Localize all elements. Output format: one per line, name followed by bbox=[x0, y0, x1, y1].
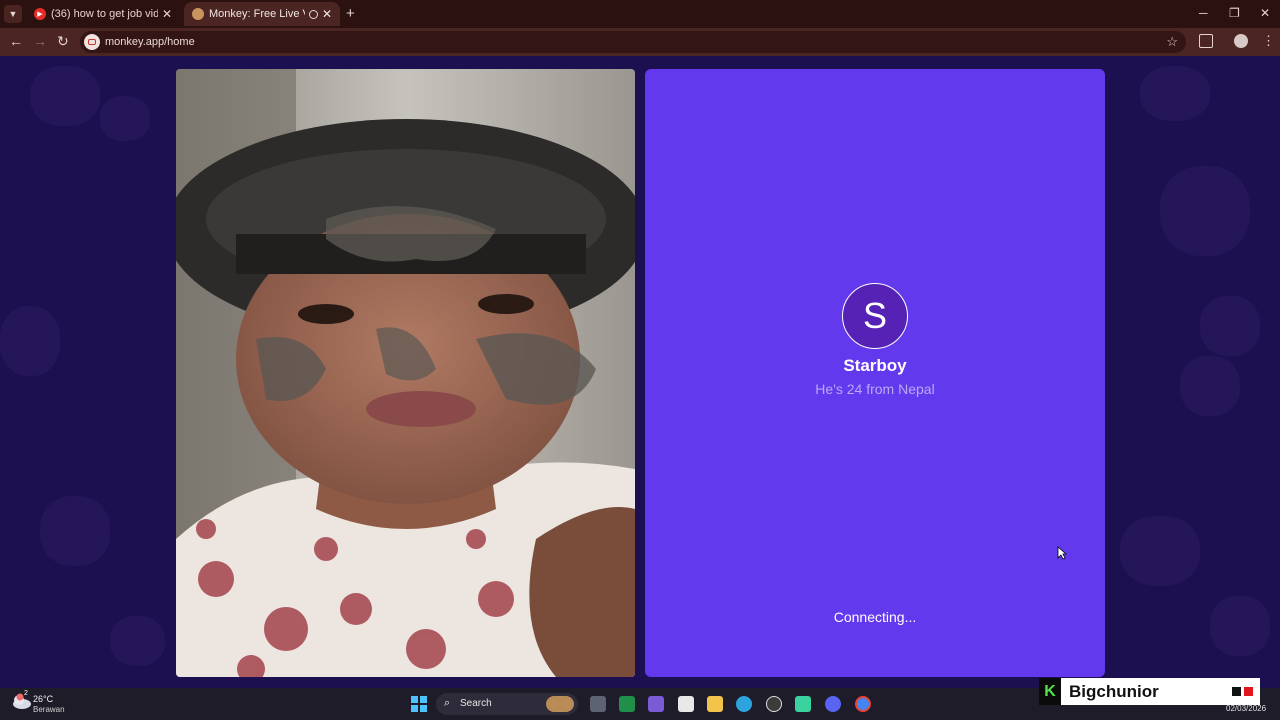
reload-button[interactable]: ↻ bbox=[57, 33, 69, 50]
background-decoration bbox=[30, 66, 100, 126]
taskbar-date[interactable]: 02/03/2026 bbox=[1226, 704, 1266, 713]
edge-icon[interactable] bbox=[736, 696, 752, 712]
taskbar-search[interactable]: ⌕ Search bbox=[436, 693, 578, 715]
background-decoration bbox=[40, 496, 110, 566]
partner-avatar: S bbox=[842, 283, 908, 349]
search-label: Search bbox=[460, 698, 492, 709]
close-tab-icon[interactable]: ✕ bbox=[322, 7, 332, 21]
mouse-cursor-icon bbox=[1057, 546, 1067, 560]
cloud-weather-icon[interactable] bbox=[12, 693, 32, 709]
kick-logo-icon: K bbox=[1039, 678, 1061, 705]
forward-button[interactable]: → bbox=[33, 33, 47, 49]
tab-youtube[interactable]: ▶ (36) how to get job video editi ✕ bbox=[26, 2, 180, 26]
local-video-feed bbox=[176, 69, 635, 677]
restore-button[interactable]: ❐ bbox=[1229, 6, 1240, 20]
browser-titlebar: ▼ ▶ (36) how to get job video editi ✕ Mo… bbox=[0, 0, 1280, 28]
background-decoration bbox=[110, 616, 165, 666]
url-text: monkey.app/home bbox=[105, 36, 195, 48]
background-decoration bbox=[1210, 596, 1270, 656]
app-icon[interactable] bbox=[766, 696, 782, 712]
browser-menu-icon[interactable]: ⋮ bbox=[1262, 33, 1275, 49]
file-explorer-icon[interactable] bbox=[707, 696, 723, 712]
excel-icon[interactable] bbox=[619, 696, 635, 712]
watermark-decoration bbox=[1232, 687, 1241, 696]
background-decoration bbox=[0, 306, 60, 376]
search-highlight-icon bbox=[546, 696, 574, 712]
recording-indicator-icon bbox=[308, 9, 318, 19]
close-tab-icon[interactable]: ✕ bbox=[162, 7, 172, 21]
task-view-icon[interactable] bbox=[590, 696, 606, 712]
bookmark-star-icon[interactable]: ☆ bbox=[1166, 34, 1178, 50]
profile-avatar[interactable] bbox=[1234, 34, 1248, 48]
watermark-decoration bbox=[1244, 687, 1253, 696]
video-frame-image bbox=[176, 69, 635, 677]
partner-info: He's 24 from Nepal bbox=[815, 381, 935, 397]
weather-badge: 2 bbox=[24, 690, 28, 697]
background-decoration bbox=[1140, 66, 1210, 121]
monkey-home-page: S Starboy He's 24 from Nepal Connecting.… bbox=[0, 56, 1280, 688]
tab-title: Monkey: Free Live Video Ch bbox=[209, 8, 305, 20]
discord-icon[interactable] bbox=[825, 696, 841, 712]
android-app-icon[interactable] bbox=[795, 696, 811, 712]
background-decoration bbox=[1160, 166, 1250, 256]
tab-title: (36) how to get job video editi bbox=[51, 8, 158, 20]
windows-start-icon[interactable] bbox=[411, 696, 427, 712]
monkey-icon bbox=[192, 8, 204, 20]
new-tab-button[interactable]: + bbox=[346, 5, 355, 22]
search-icon: ⌕ bbox=[444, 697, 451, 709]
close-window-button[interactable]: ✕ bbox=[1260, 6, 1270, 20]
match-panel: S Starboy He's 24 from Nepal Connecting.… bbox=[645, 69, 1105, 677]
minimize-button[interactable]: ─ bbox=[1199, 6, 1208, 20]
watermark-name: Bigchunior bbox=[1069, 682, 1159, 701]
streamer-watermark: K Bigchunior bbox=[1039, 678, 1260, 705]
copilot-icon[interactable] bbox=[648, 696, 664, 712]
background-decoration bbox=[1120, 516, 1200, 586]
partner-name: Starboy bbox=[843, 356, 907, 375]
youtube-icon: ▶ bbox=[34, 8, 46, 20]
background-decoration bbox=[100, 96, 150, 141]
chrome-icon[interactable] bbox=[855, 696, 871, 712]
address-bar[interactable]: monkey.app/home ☆ bbox=[80, 31, 1186, 53]
extensions-icon[interactable] bbox=[1199, 34, 1213, 48]
store-icon[interactable] bbox=[678, 696, 694, 712]
weather-description[interactable]: Berawan bbox=[33, 705, 65, 714]
tab-monkey[interactable]: Monkey: Free Live Video Ch ✕ bbox=[184, 2, 340, 26]
tab-search-button[interactable]: ▼ bbox=[4, 5, 22, 23]
back-button[interactable]: ← bbox=[9, 33, 23, 49]
connection-status: Connecting... bbox=[833, 609, 917, 625]
temperature[interactable]: 26°C bbox=[33, 694, 53, 704]
site-info-icon[interactable] bbox=[84, 34, 100, 50]
background-decoration bbox=[1200, 296, 1260, 356]
background-decoration bbox=[1180, 356, 1240, 416]
browser-toolbar: ← → ↻ monkey.app/home ☆ ⋮ bbox=[0, 28, 1280, 56]
